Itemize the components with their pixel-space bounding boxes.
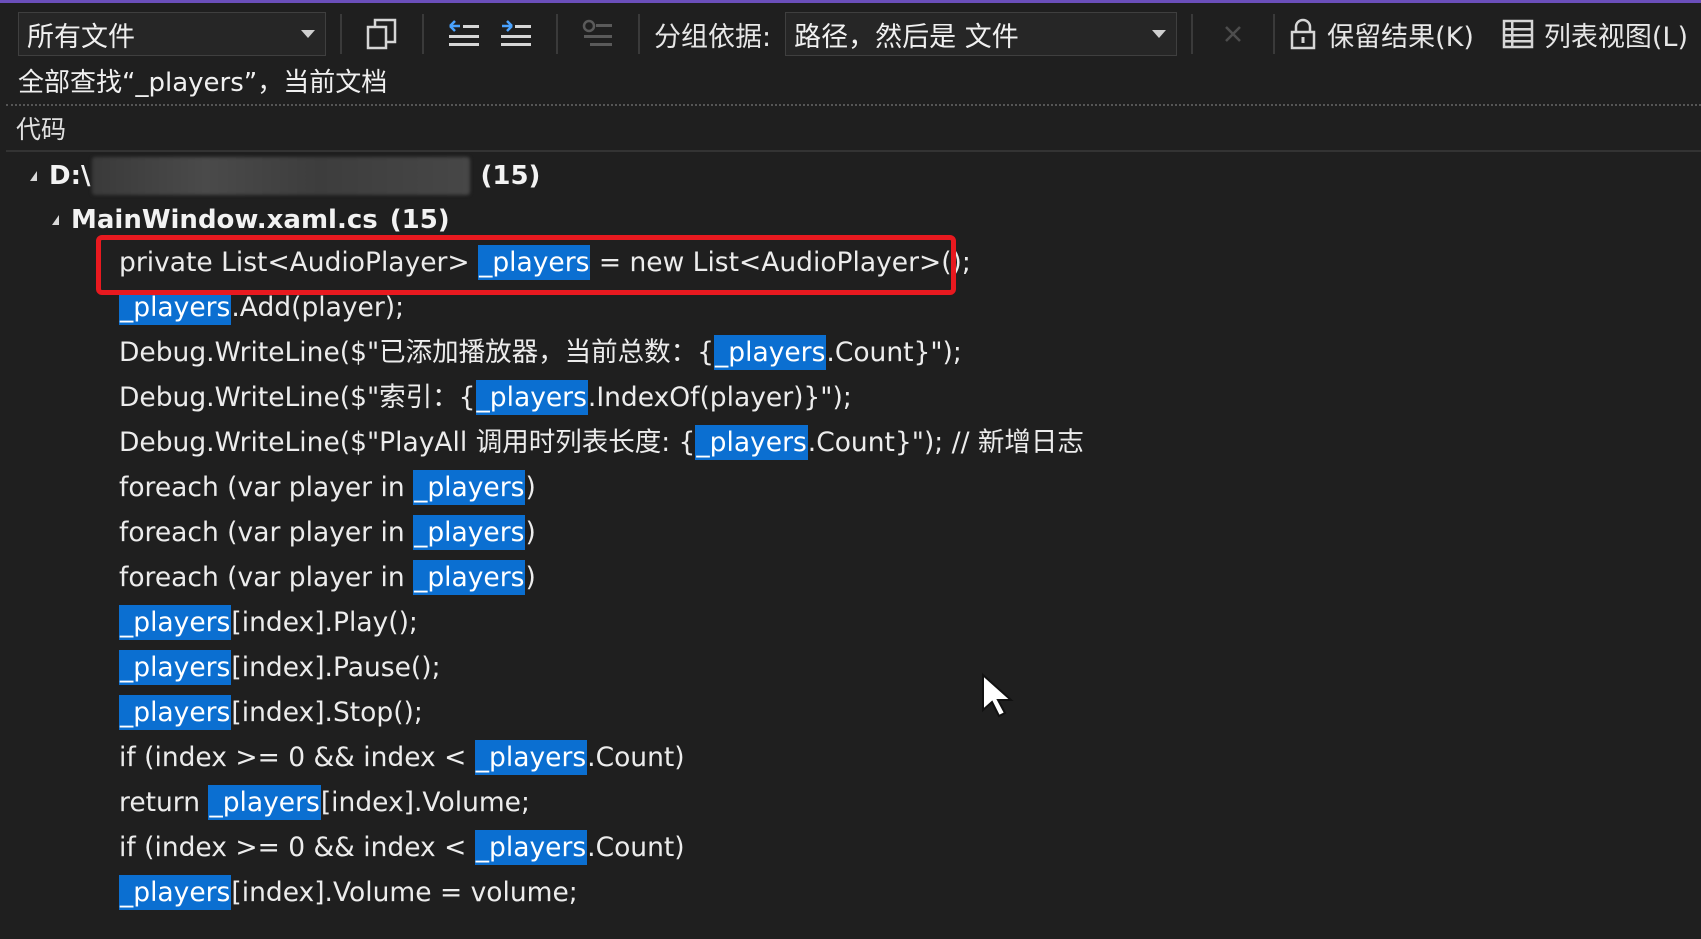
result-row[interactable]: Debug.WriteLine($"PlayAll 调用时列表长度: {_pla… — [119, 420, 1084, 465]
result-row[interactable]: _players[index].Play(); — [119, 600, 418, 645]
match-highlight: _players — [695, 425, 808, 460]
code-text: .Count) — [587, 742, 685, 773]
result-row[interactable]: Debug.WriteLine($"已添加播放器，当前总数：{_players.… — [119, 330, 962, 375]
match-highlight: _players — [119, 875, 232, 910]
toolbar-separator — [1191, 14, 1194, 54]
result-row[interactable]: _players[index].Volume = volume; — [119, 870, 578, 915]
match-highlight: _players — [413, 470, 526, 505]
toolbar-separator — [556, 14, 558, 54]
filter-icon — [582, 19, 612, 46]
code-text: [index].Volume; — [320, 787, 530, 818]
list-view-label: 列表视图(L) — [1543, 21, 1689, 53]
file-name: MainWindow.xaml.cs — [71, 205, 378, 235]
match-highlight: _players — [119, 695, 232, 730]
match-highlight: _players — [474, 830, 588, 865]
copy-icon — [366, 18, 397, 50]
code-text: Debug.WriteLine($"索引：{ — [119, 382, 476, 413]
result-row[interactable]: foreach (var player in _players) — [119, 555, 536, 600]
chevron-down-icon — [301, 30, 315, 38]
annotation-highlight-box — [96, 235, 956, 295]
group-by-select-value: 路径，然后是 文件 — [794, 21, 1019, 53]
code-text: ) — [525, 472, 536, 503]
code-text: foreach (var player in — [119, 562, 414, 593]
toolbar-separator — [340, 14, 342, 54]
code-text: .Count}"); // 新增日志 — [807, 427, 1084, 458]
next-result-button[interactable] — [494, 12, 538, 56]
code-text: if (index >= 0 && index < — [119, 832, 475, 863]
code-text: .IndexOf(player)}"); — [587, 382, 852, 413]
code-text: ) — [525, 517, 536, 548]
toolbar-separator — [1273, 14, 1276, 54]
code-text: [index].Volume = volume; — [231, 877, 578, 908]
scope-select[interactable]: 所有文件 — [18, 12, 326, 56]
match-highlight: _players — [413, 560, 526, 595]
result-row[interactable]: _players[index].Pause(); — [119, 645, 441, 690]
match-highlight: _players — [119, 605, 232, 640]
match-highlight: _players — [208, 785, 321, 820]
result-row[interactable]: foreach (var player in _players) — [119, 465, 536, 510]
code-text: Debug.WriteLine($"PlayAll 调用时列表长度: { — [119, 427, 696, 458]
toolbar-separator — [638, 14, 640, 54]
result-row[interactable]: _players[index].Stop(); — [119, 690, 423, 735]
clear-button[interactable] — [1211, 12, 1255, 56]
scope-select-value: 所有文件 — [27, 21, 135, 53]
file-count: (15) — [389, 205, 450, 235]
root-count: (15) — [480, 161, 541, 191]
code-text: ) — [525, 562, 536, 593]
code-text: [index].Pause(); — [231, 652, 441, 683]
match-highlight: _players — [714, 335, 827, 370]
indent-right-icon — [501, 20, 531, 46]
mouse-cursor-icon — [982, 672, 1014, 718]
match-highlight: _players — [119, 290, 232, 325]
result-row[interactable]: if (index >= 0 && index < _players.Count… — [119, 735, 685, 780]
match-highlight: _players — [474, 740, 588, 775]
previous-result-button[interactable] — [442, 12, 486, 56]
result-row[interactable]: return _players[index].Volume; — [119, 780, 530, 825]
chevron-down-icon — [1152, 30, 1167, 38]
code-text: [index].Play(); — [231, 607, 418, 638]
list-view-icon — [1502, 19, 1534, 49]
code-text: Debug.WriteLine($"已添加播放器，当前总数：{ — [119, 337, 715, 368]
match-highlight: _players — [413, 515, 526, 550]
find-results-toolbar: 所有文件 分组依据: 路径，然后是 文件 保留结果(K) 列表视图(L) — [0, 3, 1701, 65]
expand-triangle-icon[interactable] — [52, 215, 59, 225]
root-path-prefix: D:\ — [49, 161, 91, 191]
clear-icon — [1225, 26, 1241, 42]
tree-node-root[interactable]: D:\ (15) — [30, 154, 540, 198]
result-row[interactable]: Debug.WriteLine($"索引：{_players.IndexOf(p… — [119, 375, 852, 420]
group-by-label: 分组依据: — [654, 21, 772, 53]
code-text: foreach (var player in — [119, 472, 414, 503]
code-text: if (index >= 0 && index < — [119, 742, 475, 773]
divider — [6, 104, 1701, 106]
code-text: [index].Stop(); — [231, 697, 423, 728]
code-text: return — [119, 787, 209, 818]
filter-button[interactable] — [576, 12, 620, 56]
list-view-button[interactable]: 列表视图(L) — [1502, 15, 1688, 54]
result-row[interactable]: if (index >= 0 && index < _players.Count… — [119, 825, 685, 870]
find-status-text: 全部查找“_players”，当前文档 — [18, 68, 388, 98]
copy-button[interactable] — [360, 12, 404, 56]
code-text: .Count) — [587, 832, 685, 863]
indent-left-icon — [449, 20, 479, 46]
match-highlight: _players — [475, 380, 588, 415]
group-by-select[interactable]: 路径，然后是 文件 — [785, 12, 1178, 56]
code-text: foreach (var player in — [119, 517, 414, 548]
toolbar-separator — [422, 14, 424, 54]
lock-icon — [1290, 18, 1316, 50]
code-text: .Count}"); — [826, 337, 962, 368]
keep-results-button[interactable]: 保留结果(K) — [1289, 15, 1474, 54]
result-row[interactable]: foreach (var player in _players) — [119, 510, 536, 555]
code-column-header[interactable]: 代码 — [16, 110, 66, 150]
expand-triangle-icon[interactable] — [30, 171, 37, 181]
redacted-path — [92, 157, 471, 195]
keep-results-label: 保留结果(K) — [1327, 21, 1474, 53]
code-text: .Add(player); — [231, 292, 405, 323]
match-highlight: _players — [119, 650, 232, 685]
